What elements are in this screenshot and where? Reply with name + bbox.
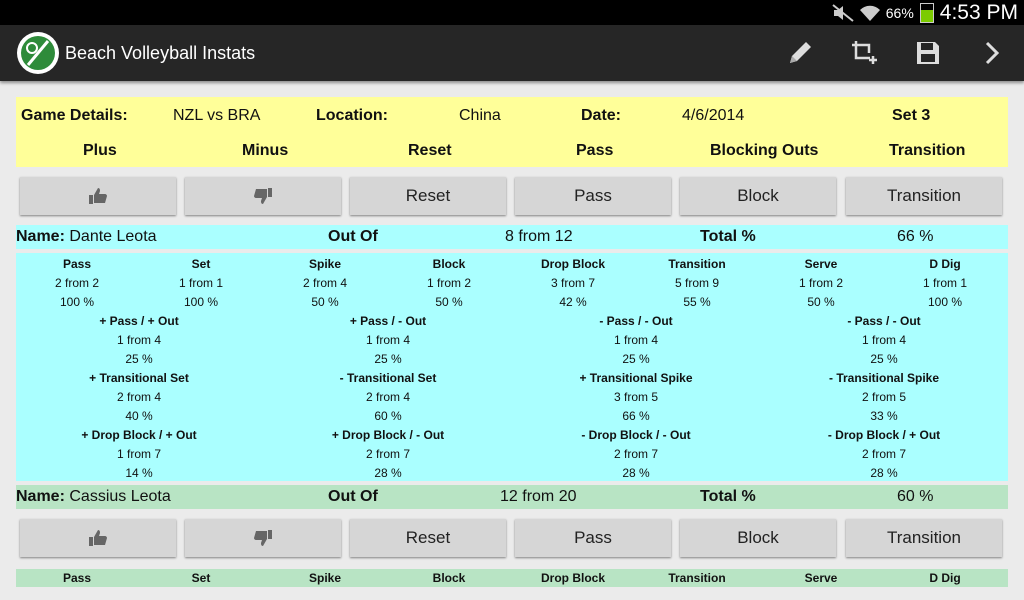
date-label: Date: [581,107,622,124]
chevron-right-icon [985,41,1000,65]
volleyball-logo-icon[interactable] [16,31,60,75]
battery-icon [919,2,934,23]
clock: 4:53 PM [939,1,1018,24]
sub-stat-cell: + Drop Block / - Out 2 from 7 28 % [331,428,445,480]
location-label: Location: [316,107,388,124]
stat-cell-block: Block 1 from 2 50 % [426,257,471,309]
player1-outof-value: 8 from 12 [505,228,573,245]
player1-name-field: Name: Dante Leota [16,225,157,249]
player2-name-field: Name: Cassius Leota [16,485,171,509]
minus-button[interactable] [185,177,341,215]
thumbs-up-icon [89,188,107,204]
player1-stats-panel: Pass 2 from 2 100 % Set 1 from 1 100 % Spike… [16,253,1008,481]
sub-stat-cell: + Pass / - Out 1 from 4 25 % [349,314,427,366]
transition-button[interactable]: Transition [846,519,1002,557]
crop-add-button[interactable] [846,35,882,71]
player2-total-value: 60 % [897,488,934,505]
minus-header: Minus [242,142,289,159]
status-bar: 66% 4:53 PM [0,0,1024,25]
main-content: Game Details: NZL vs BRA Location: China… [16,97,1008,587]
sub-stat-cell: - Drop Block / - Out 2 from 7 28 % [581,428,691,480]
stat-header: Spike [308,571,341,585]
stat-cell-drop-block: Drop Block 3 from 7 42 % [540,257,605,309]
set-value: Set 3 [892,107,931,124]
sub-stat-cell: - Drop Block / + Out 2 from 7 28 % [827,428,941,480]
stat-cell-set: Set 1 from 1 100 % [178,257,223,309]
stat-header: Block [432,571,466,585]
edit-button[interactable] [782,35,818,71]
game-details-label: Game Details: [21,107,128,124]
battery-percent: 66% [885,4,914,21]
player2-name-bar[interactable]: Name: Cassius Leota Out Of 12 from 20 To… [16,485,1008,509]
crop-add-icon [852,41,877,64]
player1-name: Dante Leota [69,228,157,245]
block-button[interactable]: Block [680,519,836,557]
stat-cell-transition: Transition 5 from 9 55 % [668,257,726,309]
player2-action-button-row: Reset Pass Block Transition [16,519,1008,559]
wifi-icon [859,5,880,21]
app-title: Beach Volleyball Instats [65,43,256,63]
reset-button[interactable]: Reset [350,177,506,215]
player1-outof-label: Out Of [328,228,378,245]
thumbs-down-icon [254,530,272,546]
sub-stat-cell: + Transitional Spike 3 from 5 66 % [579,371,693,423]
location-value: China [459,107,501,124]
player1-name-label: Name: [16,228,65,245]
status-right: 66% 4:53 PM [832,0,1018,25]
next-button[interactable] [974,35,1010,71]
pencil-icon [790,42,811,63]
sub-stat-cell: - Pass / - Out 1 from 4 25 % [847,314,921,366]
player1-name-bar[interactable]: Name: Dante Leota Out Of 8 from 12 Total… [16,225,1008,249]
pass-button[interactable]: Pass [515,177,671,215]
thumbs-down-icon [254,188,272,204]
plus-button[interactable] [20,177,176,215]
sub-stat-cell: + Drop Block / + Out 1 from 7 14 % [81,428,197,480]
action-bar: Beach Volleyball Instats [0,25,1024,81]
stat-header: Serve [804,571,838,585]
player2-name-label: Name: [16,488,65,505]
reset-header: Reset [408,142,452,159]
pass-button[interactable]: Pass [515,519,671,557]
stat-cell-serve: Serve 1 from 2 50 % [798,257,843,309]
reset-button[interactable]: Reset [350,519,506,557]
blocking-outs-header: Blocking Outs [710,142,819,159]
plus-button[interactable] [20,519,176,557]
game-details-panel: Game Details: NZL vs BRA Location: China… [16,97,1008,167]
player2-stats-header: Pass Set Spike Block Drop Block Transiti… [16,569,1008,587]
player2-outof-value: 12 from 20 [500,488,577,505]
player2-name: Cassius Leota [69,488,171,505]
date-value: 4/6/2014 [682,107,745,124]
player1-total-value: 66 % [897,228,934,245]
action-button-row: Reset Pass Block Transition [16,177,1008,217]
stat-cell-pass: Pass 2 from 2 100 % [54,257,99,309]
sub-stat-cell: + Pass / + Out 1 from 4 25 % [99,314,179,366]
sub-stat-cell: + Transitional Set 2 from 4 40 % [89,371,189,423]
match-value: NZL vs BRA [173,107,261,124]
transition-header: Transition [889,142,966,159]
mute-icon [832,3,854,22]
save-button[interactable] [910,35,946,71]
stat-header: Drop Block [540,571,605,585]
thumbs-up-icon [89,530,107,546]
player2-outof-label: Out Of [328,488,378,505]
plus-header: Plus [83,142,117,159]
save-icon [917,42,939,64]
transition-button[interactable]: Transition [846,177,1002,215]
stat-header: D Dig [929,571,961,585]
pass-header: Pass [576,142,614,159]
stat-cell-d-dig: D Dig 1 from 1 100 % [922,257,967,309]
player2-total-label: Total % [700,488,756,505]
stat-cell-spike: Spike 2 from 4 50 % [302,257,347,309]
sub-stat-cell: - Pass / - Out 1 from 4 25 % [599,314,673,366]
stat-header: Pass [62,571,92,585]
block-button[interactable]: Block [680,177,836,215]
sub-stat-cell: - Transitional Spike 2 from 5 33 % [828,371,940,423]
player1-total-label: Total % [700,228,756,245]
minus-button[interactable] [185,519,341,557]
sub-stat-cell: - Transitional Set 2 from 4 60 % [339,371,437,423]
stat-header: Set [191,571,211,585]
stat-header: Transition [668,571,726,585]
